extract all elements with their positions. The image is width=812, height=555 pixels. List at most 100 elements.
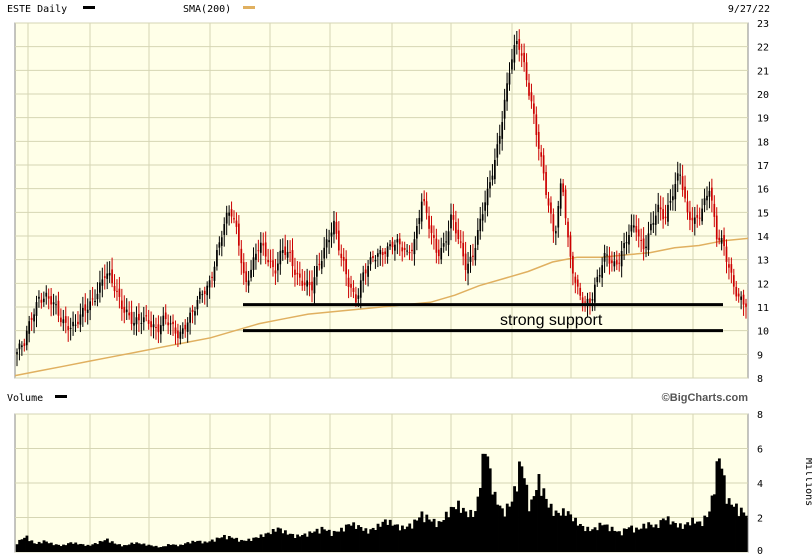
- volume-bar: [54, 544, 58, 552]
- volume-bar: [115, 544, 119, 552]
- candle-body: [498, 135, 501, 144]
- volume-bar: [435, 527, 438, 552]
- candle-body: [340, 253, 343, 259]
- volume-bar: [342, 531, 346, 552]
- volume-bar: [627, 527, 631, 552]
- candle-body: [447, 231, 450, 245]
- volume-bar: [59, 546, 63, 552]
- candle-body: [676, 173, 679, 181]
- candle-body: [279, 250, 282, 265]
- volume-bar: [596, 530, 599, 552]
- candle-body: [511, 59, 513, 70]
- candle-body: [238, 223, 240, 246]
- volume-bar: [179, 544, 182, 552]
- candle-body: [116, 290, 118, 292]
- candle-body: [150, 321, 152, 328]
- volume-bar: [630, 525, 634, 552]
- volume-bar: [257, 537, 260, 552]
- candle-body: [64, 316, 67, 323]
- volume-bar: [310, 532, 314, 552]
- volume-bar: [271, 528, 275, 552]
- volume-bar: [20, 539, 24, 552]
- candle-body: [384, 251, 387, 255]
- volume-bar: [123, 545, 126, 552]
- volume-bar: [705, 517, 709, 552]
- candle-body: [381, 251, 384, 256]
- volume-bar: [186, 542, 190, 552]
- volume-bar: [674, 523, 677, 552]
- volume-bar: [49, 542, 53, 552]
- candle-body: [435, 238, 438, 253]
- volume-bar: [69, 542, 73, 552]
- candle-body: [735, 286, 738, 297]
- volume-bar: [166, 544, 170, 552]
- volume-bar: [35, 543, 39, 552]
- volume-bar: [700, 526, 704, 552]
- ticker-label: ESTE Daily: [7, 4, 67, 15]
- volume-bar: [713, 494, 716, 552]
- candle-body: [737, 293, 740, 297]
- candle-body: [345, 258, 348, 275]
- volume-bar: [625, 528, 629, 552]
- volume-bar: [437, 521, 441, 552]
- volume-bar: [313, 531, 317, 552]
- volume-bar: [281, 533, 285, 552]
- volume-bar: [101, 541, 104, 552]
- price-tick-label: 12: [757, 279, 769, 290]
- candle-body: [362, 272, 365, 281]
- volume-bar: [732, 506, 736, 552]
- volume-bar: [327, 529, 331, 552]
- candle-body: [437, 249, 440, 257]
- candle-body: [489, 182, 491, 189]
- candle-body: [503, 99, 506, 119]
- volume-bar: [659, 520, 663, 552]
- candle-body: [620, 250, 623, 267]
- candle-body: [732, 275, 735, 287]
- candle-body: [225, 212, 228, 224]
- candle-body: [725, 246, 728, 262]
- candle-body: [306, 280, 308, 287]
- candle-body: [42, 298, 45, 303]
- candle-body: [308, 282, 311, 286]
- candle-body: [647, 233, 650, 250]
- volume-bar: [213, 541, 217, 552]
- candle-body: [472, 255, 474, 257]
- candle-body: [569, 235, 572, 257]
- candle-body: [486, 188, 489, 206]
- price-tick-label: 9: [757, 350, 763, 361]
- volume-bar: [566, 511, 570, 552]
- candle-body: [120, 300, 123, 310]
- volume-bar: [459, 512, 463, 552]
- volume-bar: [644, 528, 648, 552]
- volume-bar: [184, 543, 187, 552]
- price-tick-label: 16: [757, 185, 769, 196]
- candle-body: [418, 217, 421, 224]
- volume-bar: [403, 529, 407, 552]
- candle-body: [576, 279, 579, 287]
- volume-bar: [74, 542, 78, 552]
- volume-bar: [330, 535, 334, 552]
- volume-tick-label: 8: [757, 410, 763, 421]
- candle-body: [728, 264, 730, 268]
- candle-body: [508, 72, 511, 85]
- candle-body: [562, 183, 564, 193]
- volume-bar: [196, 540, 200, 552]
- candle-body: [515, 40, 518, 45]
- candle-body: [216, 250, 218, 267]
- volume-bar: [581, 525, 585, 552]
- volume-bar: [249, 540, 253, 552]
- volume-bar: [549, 503, 553, 552]
- candle-body: [389, 244, 391, 247]
- volume-bar: [647, 522, 651, 552]
- volume-bar: [503, 516, 507, 552]
- candle-body: [79, 314, 82, 325]
- candle-body: [591, 299, 594, 301]
- volume-bar: [396, 524, 399, 552]
- candle-body: [513, 44, 516, 63]
- candle-body: [103, 276, 106, 278]
- candle-body: [286, 251, 289, 258]
- volume-units-label: Millions: [803, 458, 812, 506]
- candle-body: [52, 302, 55, 305]
- volume-bar: [717, 458, 721, 552]
- candle-body: [667, 204, 669, 222]
